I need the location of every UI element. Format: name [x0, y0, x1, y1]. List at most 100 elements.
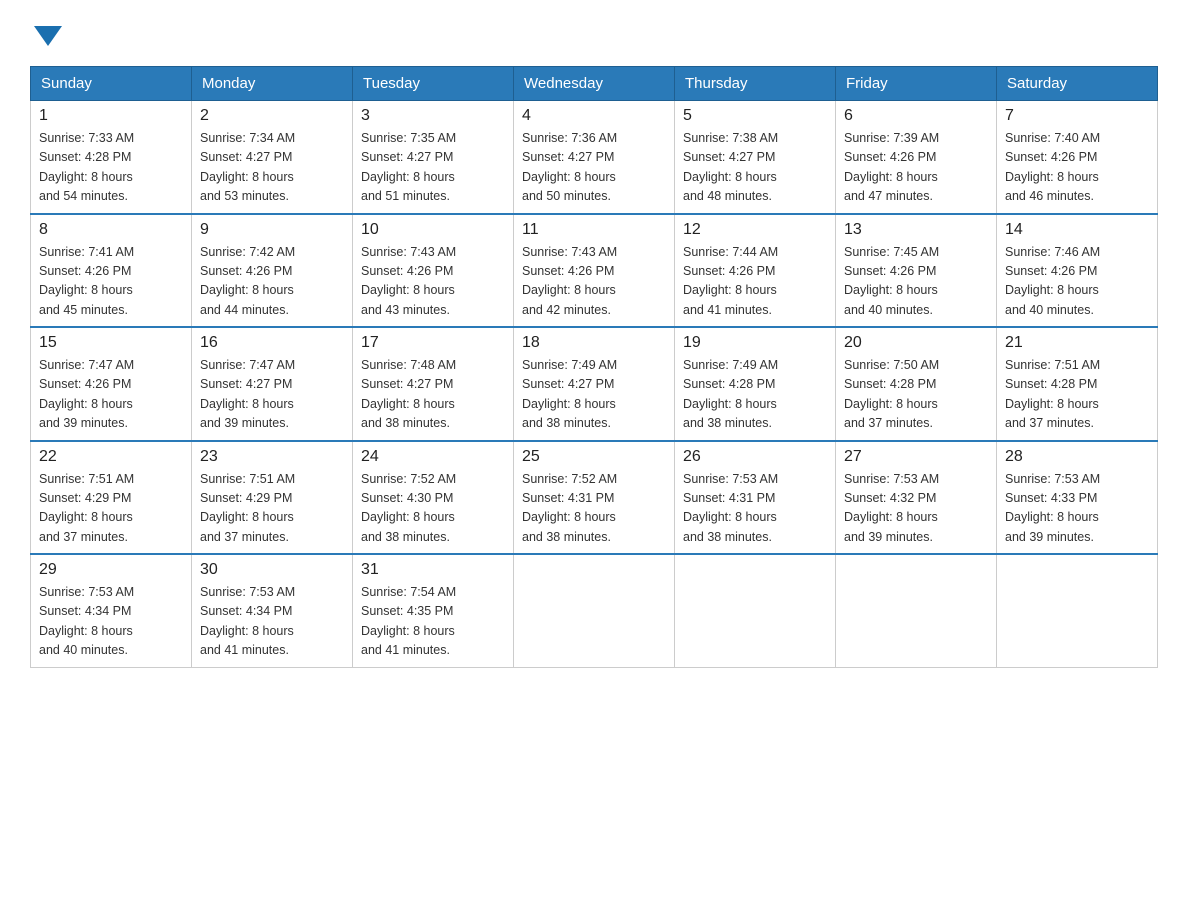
calendar-cell: 26 Sunrise: 7:53 AM Sunset: 4:31 PM Dayl… [675, 441, 836, 555]
calendar-cell: 28 Sunrise: 7:53 AM Sunset: 4:33 PM Dayl… [997, 441, 1158, 555]
weekday-header-wednesday: Wednesday [514, 67, 675, 101]
day-info: Sunrise: 7:34 AM Sunset: 4:27 PM Dayligh… [200, 129, 344, 207]
calendar-body: 1 Sunrise: 7:33 AM Sunset: 4:28 PM Dayli… [31, 101, 1158, 668]
day-info: Sunrise: 7:50 AM Sunset: 4:28 PM Dayligh… [844, 356, 988, 434]
weekday-header-row: SundayMondayTuesdayWednesdayThursdayFrid… [31, 67, 1158, 101]
calendar-week-row: 15 Sunrise: 7:47 AM Sunset: 4:26 PM Dayl… [31, 327, 1158, 441]
calendar-cell: 6 Sunrise: 7:39 AM Sunset: 4:26 PM Dayli… [836, 101, 997, 214]
day-number: 7 [1005, 107, 1149, 125]
day-info: Sunrise: 7:51 AM Sunset: 4:29 PM Dayligh… [39, 470, 183, 548]
day-number: 9 [200, 221, 344, 239]
calendar-cell: 4 Sunrise: 7:36 AM Sunset: 4:27 PM Dayli… [514, 101, 675, 214]
day-number: 21 [1005, 334, 1149, 352]
calendar-cell: 7 Sunrise: 7:40 AM Sunset: 4:26 PM Dayli… [997, 101, 1158, 214]
day-info: Sunrise: 7:46 AM Sunset: 4:26 PM Dayligh… [1005, 243, 1149, 321]
logo-triangle-icon [34, 26, 62, 46]
calendar-cell: 27 Sunrise: 7:53 AM Sunset: 4:32 PM Dayl… [836, 441, 997, 555]
day-number: 19 [683, 334, 827, 352]
day-number: 23 [200, 448, 344, 466]
day-number: 31 [361, 561, 505, 579]
day-number: 6 [844, 107, 988, 125]
weekday-header-monday: Monday [192, 67, 353, 101]
day-number: 11 [522, 221, 666, 239]
weekday-header-thursday: Thursday [675, 67, 836, 101]
calendar-cell: 15 Sunrise: 7:47 AM Sunset: 4:26 PM Dayl… [31, 327, 192, 441]
calendar-header: SundayMondayTuesdayWednesdayThursdayFrid… [31, 67, 1158, 101]
day-info: Sunrise: 7:47 AM Sunset: 4:26 PM Dayligh… [39, 356, 183, 434]
day-info: Sunrise: 7:35 AM Sunset: 4:27 PM Dayligh… [361, 129, 505, 207]
day-number: 20 [844, 334, 988, 352]
day-number: 3 [361, 107, 505, 125]
day-number: 8 [39, 221, 183, 239]
day-number: 5 [683, 107, 827, 125]
calendar-cell: 16 Sunrise: 7:47 AM Sunset: 4:27 PM Dayl… [192, 327, 353, 441]
day-info: Sunrise: 7:42 AM Sunset: 4:26 PM Dayligh… [200, 243, 344, 321]
day-number: 28 [1005, 448, 1149, 466]
calendar-cell: 30 Sunrise: 7:53 AM Sunset: 4:34 PM Dayl… [192, 554, 353, 667]
day-number: 30 [200, 561, 344, 579]
calendar-cell: 23 Sunrise: 7:51 AM Sunset: 4:29 PM Dayl… [192, 441, 353, 555]
calendar-cell: 24 Sunrise: 7:52 AM Sunset: 4:30 PM Dayl… [353, 441, 514, 555]
page-header [30, 24, 1158, 46]
calendar-cell: 18 Sunrise: 7:49 AM Sunset: 4:27 PM Dayl… [514, 327, 675, 441]
day-info: Sunrise: 7:53 AM Sunset: 4:31 PM Dayligh… [683, 470, 827, 548]
day-info: Sunrise: 7:51 AM Sunset: 4:28 PM Dayligh… [1005, 356, 1149, 434]
weekday-header-sunday: Sunday [31, 67, 192, 101]
day-info: Sunrise: 7:52 AM Sunset: 4:31 PM Dayligh… [522, 470, 666, 548]
day-info: Sunrise: 7:45 AM Sunset: 4:26 PM Dayligh… [844, 243, 988, 321]
day-info: Sunrise: 7:54 AM Sunset: 4:35 PM Dayligh… [361, 583, 505, 661]
calendar-week-row: 29 Sunrise: 7:53 AM Sunset: 4:34 PM Dayl… [31, 554, 1158, 667]
day-info: Sunrise: 7:40 AM Sunset: 4:26 PM Dayligh… [1005, 129, 1149, 207]
day-number: 16 [200, 334, 344, 352]
day-info: Sunrise: 7:38 AM Sunset: 4:27 PM Dayligh… [683, 129, 827, 207]
day-info: Sunrise: 7:53 AM Sunset: 4:33 PM Dayligh… [1005, 470, 1149, 548]
calendar-cell: 20 Sunrise: 7:50 AM Sunset: 4:28 PM Dayl… [836, 327, 997, 441]
calendar-cell: 21 Sunrise: 7:51 AM Sunset: 4:28 PM Dayl… [997, 327, 1158, 441]
day-info: Sunrise: 7:53 AM Sunset: 4:32 PM Dayligh… [844, 470, 988, 548]
day-info: Sunrise: 7:52 AM Sunset: 4:30 PM Dayligh… [361, 470, 505, 548]
calendar-week-row: 8 Sunrise: 7:41 AM Sunset: 4:26 PM Dayli… [31, 214, 1158, 328]
weekday-header-saturday: Saturday [997, 67, 1158, 101]
day-info: Sunrise: 7:43 AM Sunset: 4:26 PM Dayligh… [361, 243, 505, 321]
calendar-cell [675, 554, 836, 667]
calendar-cell: 14 Sunrise: 7:46 AM Sunset: 4:26 PM Dayl… [997, 214, 1158, 328]
day-info: Sunrise: 7:49 AM Sunset: 4:27 PM Dayligh… [522, 356, 666, 434]
calendar-cell: 31 Sunrise: 7:54 AM Sunset: 4:35 PM Dayl… [353, 554, 514, 667]
day-number: 18 [522, 334, 666, 352]
day-number: 15 [39, 334, 183, 352]
day-number: 17 [361, 334, 505, 352]
day-info: Sunrise: 7:33 AM Sunset: 4:28 PM Dayligh… [39, 129, 183, 207]
day-number: 2 [200, 107, 344, 125]
calendar-cell: 22 Sunrise: 7:51 AM Sunset: 4:29 PM Dayl… [31, 441, 192, 555]
calendar-cell: 3 Sunrise: 7:35 AM Sunset: 4:27 PM Dayli… [353, 101, 514, 214]
day-info: Sunrise: 7:51 AM Sunset: 4:29 PM Dayligh… [200, 470, 344, 548]
day-info: Sunrise: 7:53 AM Sunset: 4:34 PM Dayligh… [39, 583, 183, 661]
day-info: Sunrise: 7:44 AM Sunset: 4:26 PM Dayligh… [683, 243, 827, 321]
day-info: Sunrise: 7:36 AM Sunset: 4:27 PM Dayligh… [522, 129, 666, 207]
day-number: 4 [522, 107, 666, 125]
day-number: 24 [361, 448, 505, 466]
calendar-cell: 5 Sunrise: 7:38 AM Sunset: 4:27 PM Dayli… [675, 101, 836, 214]
day-info: Sunrise: 7:49 AM Sunset: 4:28 PM Dayligh… [683, 356, 827, 434]
day-number: 12 [683, 221, 827, 239]
calendar-cell: 13 Sunrise: 7:45 AM Sunset: 4:26 PM Dayl… [836, 214, 997, 328]
day-info: Sunrise: 7:43 AM Sunset: 4:26 PM Dayligh… [522, 243, 666, 321]
calendar-cell: 10 Sunrise: 7:43 AM Sunset: 4:26 PM Dayl… [353, 214, 514, 328]
weekday-header-friday: Friday [836, 67, 997, 101]
calendar-week-row: 22 Sunrise: 7:51 AM Sunset: 4:29 PM Dayl… [31, 441, 1158, 555]
day-number: 26 [683, 448, 827, 466]
calendar-cell: 12 Sunrise: 7:44 AM Sunset: 4:26 PM Dayl… [675, 214, 836, 328]
calendar-cell: 17 Sunrise: 7:48 AM Sunset: 4:27 PM Dayl… [353, 327, 514, 441]
day-number: 14 [1005, 221, 1149, 239]
calendar-cell [836, 554, 997, 667]
calendar-cell: 29 Sunrise: 7:53 AM Sunset: 4:34 PM Dayl… [31, 554, 192, 667]
calendar-cell: 2 Sunrise: 7:34 AM Sunset: 4:27 PM Dayli… [192, 101, 353, 214]
calendar-cell: 1 Sunrise: 7:33 AM Sunset: 4:28 PM Dayli… [31, 101, 192, 214]
day-number: 27 [844, 448, 988, 466]
logo [30, 24, 62, 46]
day-info: Sunrise: 7:39 AM Sunset: 4:26 PM Dayligh… [844, 129, 988, 207]
day-number: 25 [522, 448, 666, 466]
day-number: 22 [39, 448, 183, 466]
day-info: Sunrise: 7:53 AM Sunset: 4:34 PM Dayligh… [200, 583, 344, 661]
day-info: Sunrise: 7:47 AM Sunset: 4:27 PM Dayligh… [200, 356, 344, 434]
